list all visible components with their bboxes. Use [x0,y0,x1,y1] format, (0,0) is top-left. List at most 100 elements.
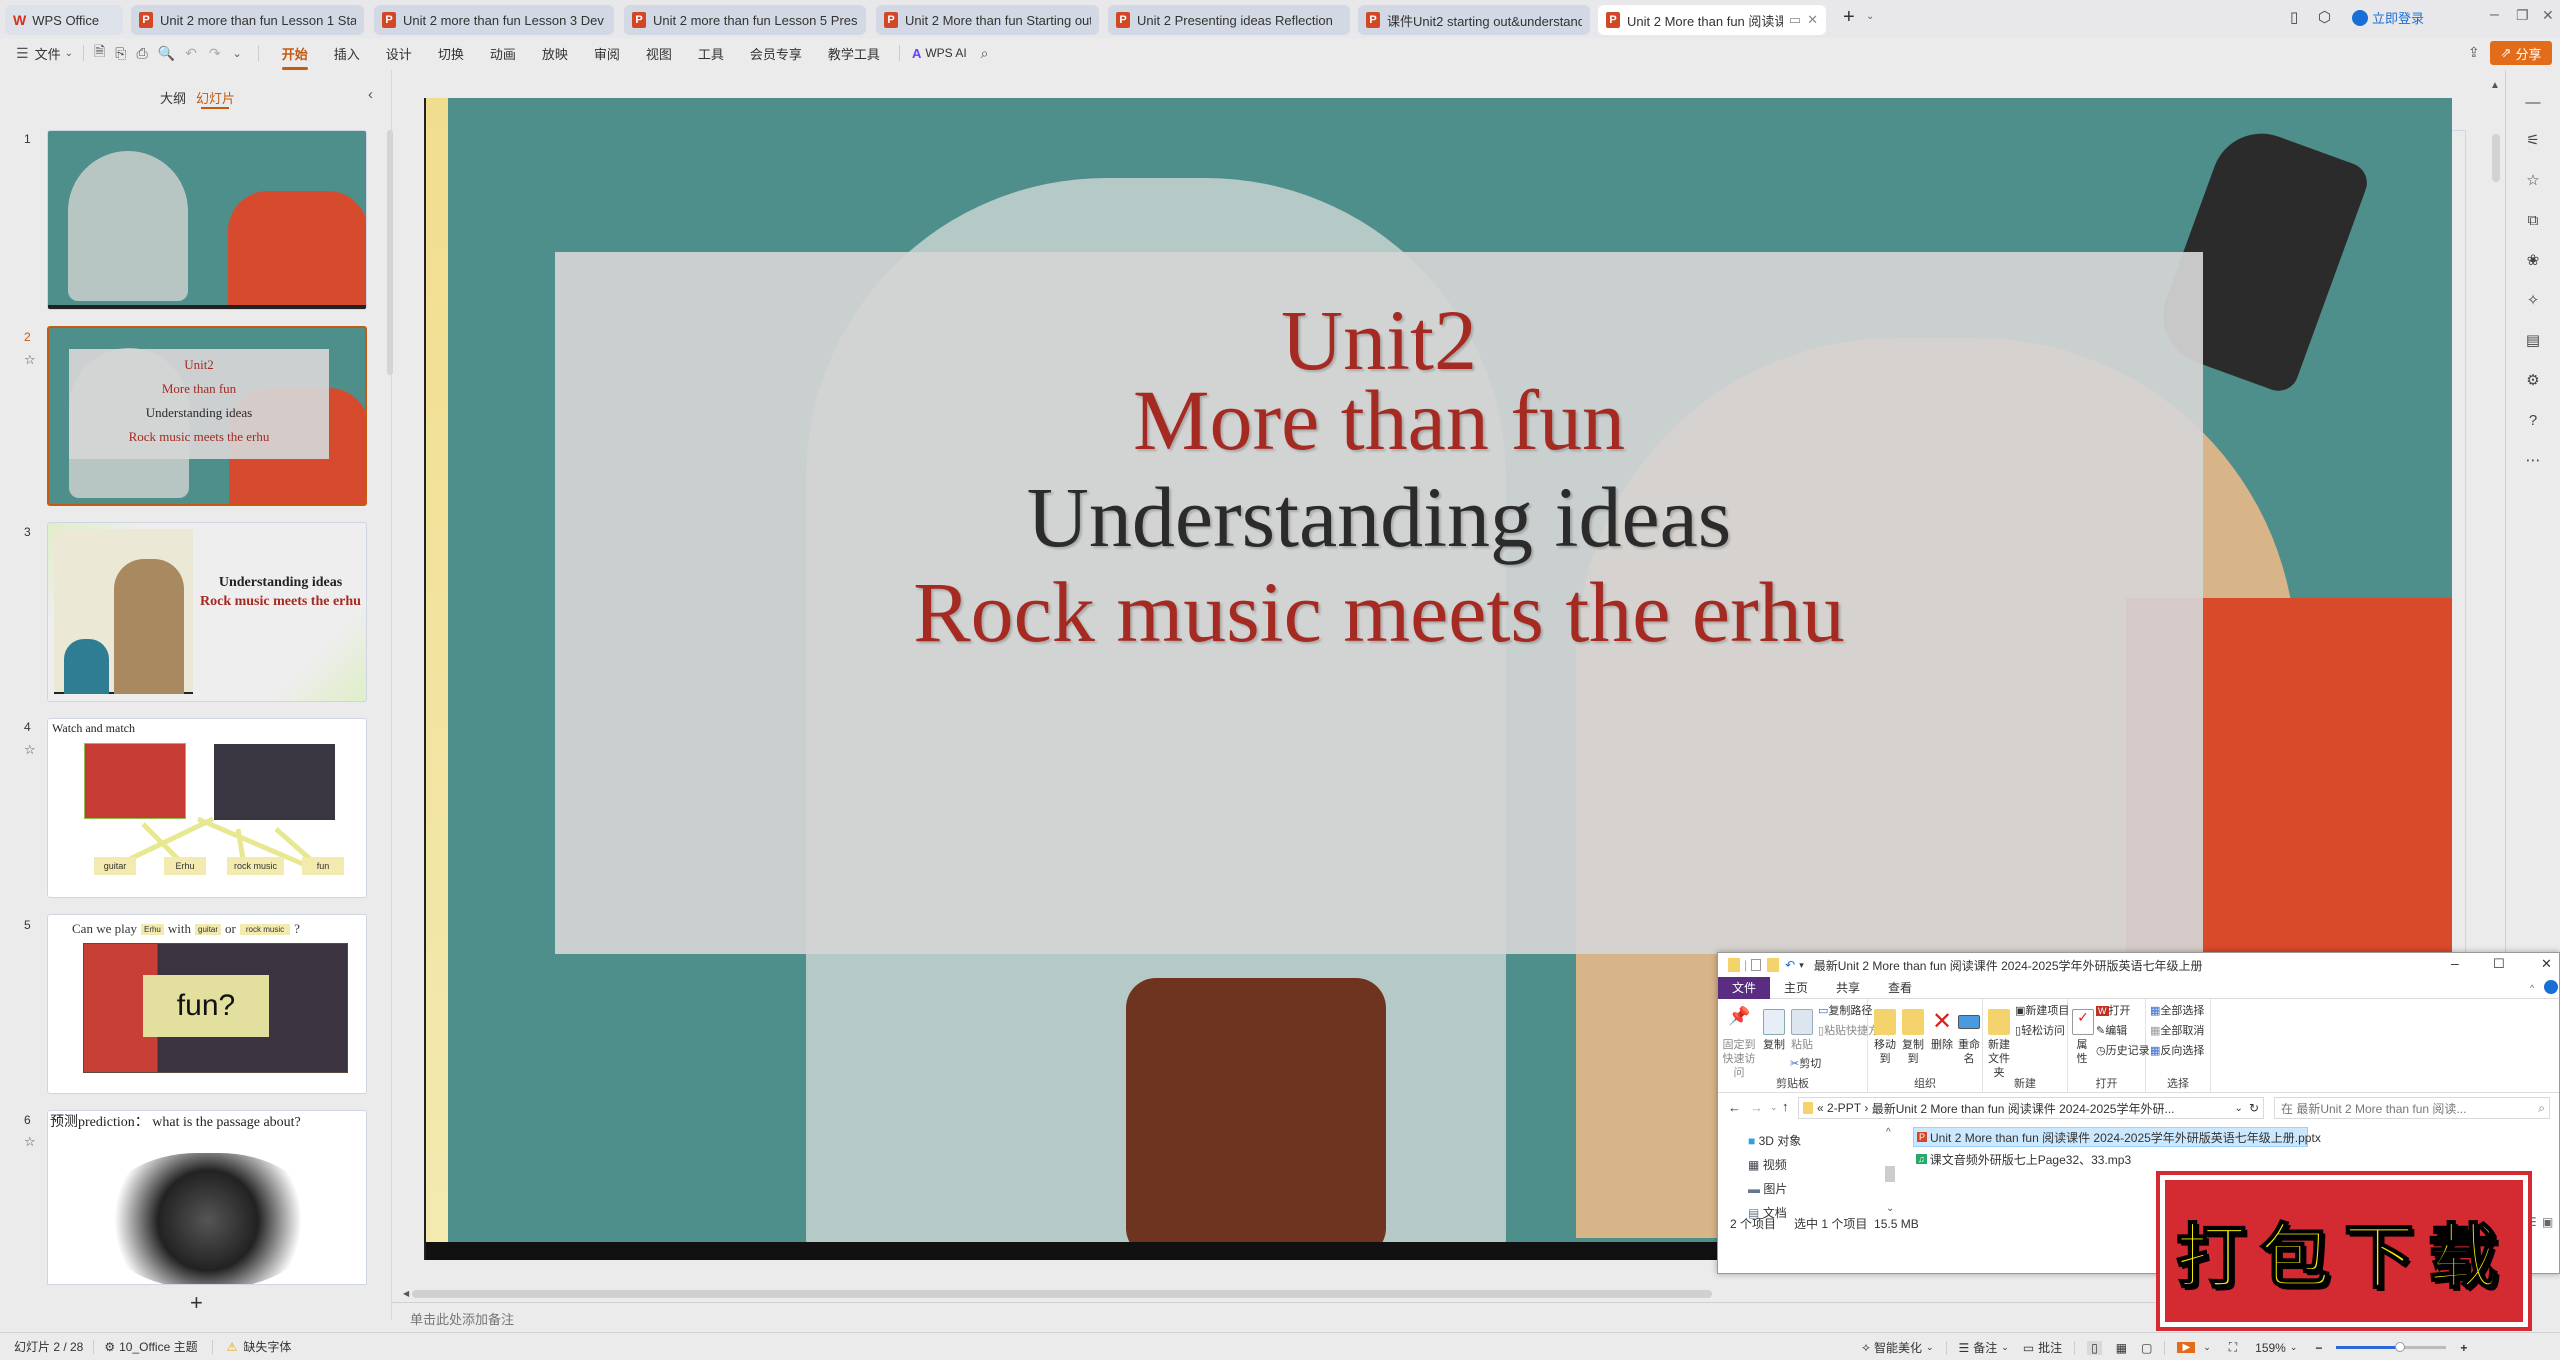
cloud-upload-icon[interactable]: ⇪ [2468,44,2480,61]
magic-wand-icon[interactable]: ✧ [2521,288,2545,312]
recent-chevron[interactable]: ⌄ [1770,1102,1778,1113]
zoom-slider[interactable] [2336,1342,2447,1352]
menu-member[interactable]: 会员专享 [750,44,802,63]
nav-scroll-up[interactable]: ^ [1886,1127,1891,1138]
print-preview-icon[interactable]: 🔍 [158,45,175,62]
new-tab-button[interactable]: + [1843,6,1855,29]
share-button[interactable]: ⇗ 分享 [2490,41,2552,65]
rename-button[interactable]: 重命名 [1958,1039,1980,1065]
forward-button[interactable]: → [1750,1100,1763,1115]
menu-view[interactable]: 视图 [646,44,672,63]
file-menu[interactable]: 文件 [35,44,61,63]
login-button[interactable]: 立即登录 [2352,8,2424,27]
comments-button[interactable]: 批注 [2038,1339,2062,1356]
title-box[interactable]: Unit2 More than fun Understanding ideas … [555,252,2203,954]
tab-document[interactable]: P Unit 2 more than fun Lesson 5 Pres [624,5,866,35]
large-icons-view-icon[interactable]: ▣ [2542,1215,2553,1229]
help-icon[interactable] [2544,980,2558,994]
select-all-button[interactable]: 全部选择 [2160,1005,2204,1017]
zoom-slider-knob[interactable] [2395,1342,2406,1352]
tab-document[interactable]: P Unit 2 more than fun Lesson 1 Star [131,5,364,35]
scroll-left-arrow[interactable]: ◀ [403,1289,409,1298]
missing-font-button[interactable]: 缺失字体 [243,1338,291,1355]
add-slide-button[interactable]: + [190,1290,203,1316]
cut-button[interactable]: 剪切 [1799,1058,1821,1070]
delete-button[interactable]: 删除 [1931,1039,1953,1051]
tab-document[interactable]: P Unit 2 Presenting ideas Reflection [1108,5,1350,35]
slide-thumbnail-1[interactable] [47,130,367,310]
window-layout-icon[interactable]: ▯ [2290,8,2298,26]
export-icon[interactable]: ⎘ [115,45,126,62]
paste-button[interactable]: 粘贴 [1791,1039,1813,1051]
edit-button[interactable]: 编辑 [2105,1025,2127,1037]
normal-view-icon[interactable]: ▯ [2087,1340,2102,1355]
new-item-button[interactable]: 新建项目 [2025,1005,2069,1017]
explorer-maximize[interactable]: ☐ [2493,956,2505,972]
wps-ai-button[interactable]: WPS AI [925,46,966,60]
grid-view-icon[interactable]: ▦ [2116,1341,2127,1355]
back-button[interactable]: ← [1728,1100,1741,1115]
undo-icon[interactable]: ↶ [1785,958,1795,972]
play-slideshow-button[interactable]: ▶ [2177,1342,2196,1353]
explorer-tab-view[interactable]: 查看 [1874,977,1926,999]
explorer-tab-share[interactable]: 共享 [1822,977,1874,999]
collapse-panel-icon[interactable]: ‹ [368,86,373,103]
refresh-button[interactable]: ↻ [2249,1101,2259,1115]
menu-transitions[interactable]: 切换 [438,44,464,63]
animation-star-icon[interactable]: ☆ [2521,168,2545,192]
file-row[interactable]: ♫ 课文音频外研版七上Page32、33.mp3 [1913,1149,2131,1169]
scroll-up-arrow[interactable]: ▲ [2490,80,2500,91]
reading-view-icon[interactable]: ▢ [2141,1341,2152,1355]
menu-slideshow[interactable]: 放映 [542,44,568,63]
slide-thumbnail-6[interactable]: 预测prediction： what is the passage about? [47,1110,367,1285]
tab-document[interactable]: P Unit 2 More than fun Starting out [876,5,1099,35]
smart-beautify-button[interactable]: 智能美化 [1874,1339,1922,1356]
zoom-level[interactable]: 159% [2255,1341,2286,1355]
copy-button[interactable]: 复制 [1763,1039,1785,1051]
address-dropdown[interactable]: ⌄ [2235,1103,2243,1114]
help-icon[interactable]: ? [2521,408,2545,432]
vertical-scrollbar[interactable] [2492,134,2500,182]
chevron-down-icon[interactable]: ⌄ [65,48,73,59]
nav-scroll-down[interactable]: ⌄ [1886,1203,1894,1214]
menu-tools[interactable]: 工具 [698,44,724,63]
theme-name[interactable]: 10_Office 主题 [119,1338,197,1355]
hamburger-icon[interactable]: ☰ [16,45,29,62]
tab-outline[interactable]: 大纲 [160,88,186,107]
more-icon[interactable]: ⋯ [2521,448,2545,472]
menu-home[interactable]: 开始 [281,44,308,70]
tab-wps-office[interactable]: W WPS Office [5,5,123,35]
menu-teaching-tools[interactable]: 教学工具 [828,44,880,63]
up-button[interactable]: ↑ [1782,1099,1789,1114]
explorer-search-input[interactable]: 在 最新Unit 2 More than fun 阅读... ⌕ [2274,1097,2550,1119]
history-button[interactable]: 历史记录 [2106,1045,2150,1057]
nav-3d-objects[interactable]: ■ 3D 对象 [1748,1129,1801,1153]
slide-thumbnail-5[interactable]: Can we play Erhu with guitar or rock mus… [47,914,367,1094]
menu-animations[interactable]: 动画 [490,44,516,63]
open-button[interactable]: 打开 [2109,1005,2131,1017]
move-to-button[interactable]: 移动到 [1874,1039,1896,1065]
print-icon[interactable]: ⎙ [136,45,147,62]
copy-path-button[interactable]: 复制路径 [1828,1005,1872,1017]
undo-icon[interactable]: ↶ [185,45,197,62]
package-download-badge[interactable]: 打包下载 [2156,1171,2532,1331]
book-search-icon[interactable]: ▤ [2521,328,2545,352]
more-chevron-icon[interactable]: ⌄ [233,47,242,60]
save-icon[interactable]: 🗎 [94,41,105,65]
nav-scrollbar[interactable] [1885,1166,1895,1182]
close-window-button[interactable]: ✕ [2542,7,2554,24]
menu-insert[interactable]: 插入 [334,44,360,63]
theme-shirt-icon[interactable]: ⚙ [2521,368,2545,392]
explorer-tab-home[interactable]: 主页 [1770,977,1822,999]
properties-icon[interactable] [1751,959,1762,971]
tab-slides[interactable]: 幻灯片 [196,88,235,107]
search-icon[interactable]: ⌕ [981,45,989,62]
restore-button[interactable]: ❐ [2516,7,2529,24]
new-folder-button[interactable]: 新建文件夹 [1988,1039,2010,1079]
tab-active-document[interactable]: P Unit 2 More than fun 阅读课 ▭ ✕ [1598,5,1826,35]
invert-selection-button[interactable]: 反向选择 [2160,1045,2204,1057]
transition-icon[interactable]: ⧉ [2521,208,2545,232]
close-tab-icon[interactable]: ✕ [1807,12,1818,28]
select-none-button[interactable]: 全部取消 [2160,1025,2204,1037]
explorer-close[interactable]: ✕ [2541,956,2552,972]
